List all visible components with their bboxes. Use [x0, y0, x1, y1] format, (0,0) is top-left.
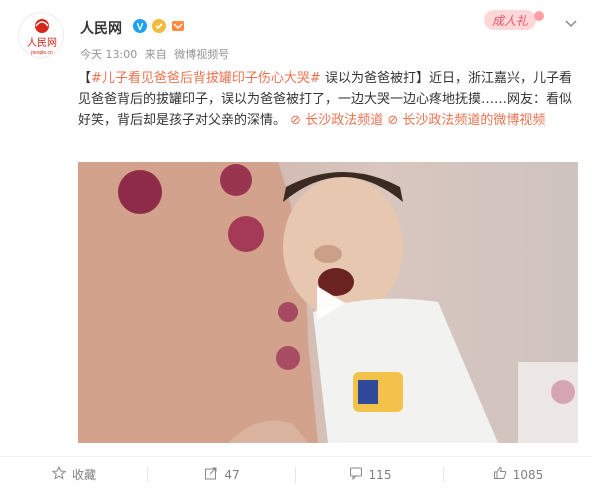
- favorite-label: 收藏: [71, 468, 96, 482]
- gold-badge-icon[interactable]: [151, 18, 167, 38]
- post-source[interactable]: 微博视频号: [174, 48, 229, 61]
- like-button[interactable]: 1085: [444, 457, 592, 492]
- source-link-1-label: 长沙政法频道: [305, 113, 384, 128]
- favorite-button[interactable]: 收藏: [0, 457, 148, 492]
- like-icon: [493, 466, 507, 483]
- post-text: 【#儿子看见爸爸后背拔罐印子伤心大哭# 误以为爸爸被打】近日，浙江嘉兴，儿子看见…: [78, 68, 578, 131]
- post-time[interactable]: 今天 13:00: [80, 48, 137, 61]
- svg-text:人民网: 人民网: [27, 37, 57, 49]
- source-link-2-label: 长沙政法频道的微博视频: [402, 113, 546, 128]
- more-options-button[interactable]: [561, 12, 581, 32]
- author-name[interactable]: 人民网: [80, 18, 122, 38]
- chevron-down-icon: [565, 13, 577, 32]
- link-icon: ⊘: [290, 113, 302, 128]
- source-link-2[interactable]: ⊘ 长沙政法频道的微博视频: [387, 113, 545, 128]
- post-actions: 收藏 47 115 1085: [0, 456, 592, 492]
- repost-count: 47: [224, 467, 240, 482]
- author-avatar[interactable]: 人民网 people.cn: [18, 12, 64, 58]
- comment-icon: [349, 466, 363, 483]
- source-link-1[interactable]: ⊘ 长沙政法频道: [290, 113, 383, 128]
- promo-badge[interactable]: 成人礼: [482, 6, 546, 34]
- headline: 误以为爸爸被打】: [320, 71, 429, 86]
- post-meta: 今天 13:00 来自 微博视频号: [80, 46, 233, 62]
- verified-icon: V: [132, 18, 148, 38]
- star-icon: [51, 465, 67, 483]
- link-icon: ⊘: [387, 113, 399, 128]
- weibo-post-card: 人民网 people.cn 人民网 V 今天 13:00 来自 微博视频号 成人…: [0, 0, 592, 492]
- comment-button[interactable]: 115: [296, 457, 444, 492]
- hashtag-link[interactable]: #儿子看见爸爸后背拔罐印子伤心大哭#: [91, 71, 321, 86]
- svg-text:V: V: [137, 22, 144, 33]
- author-badges: V: [132, 18, 186, 38]
- play-icon[interactable]: [305, 280, 351, 326]
- source-prefix: 来自: [144, 48, 167, 61]
- member-icon[interactable]: [170, 18, 186, 38]
- video-player[interactable]: [78, 162, 578, 443]
- like-count: 1085: [512, 467, 544, 482]
- svg-text:people.cn: people.cn: [31, 50, 53, 56]
- svg-text:成人礼: 成人礼: [492, 14, 529, 28]
- repost-button[interactable]: 47: [148, 457, 296, 492]
- repost-icon: [204, 466, 218, 483]
- bracket-open: 【: [78, 71, 92, 86]
- comment-count: 115: [368, 467, 392, 482]
